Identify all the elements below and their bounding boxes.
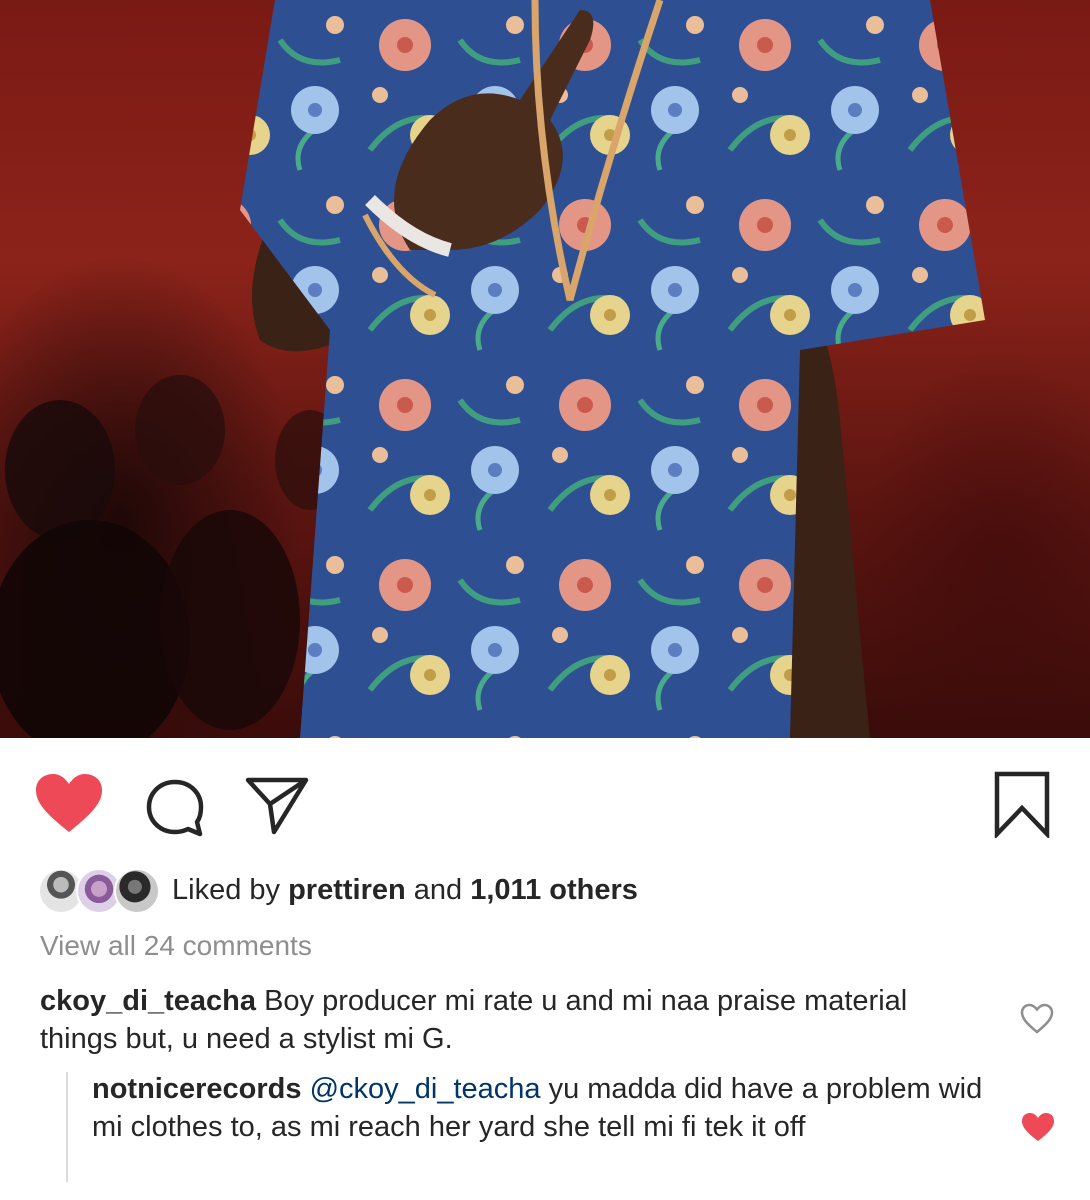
comment-reply: notnicerecords @ckoy_di_teacha yu madda … (92, 1070, 1002, 1146)
comment-bubble-icon[interactable] (142, 776, 208, 842)
comment-like-heart-icon[interactable] (1020, 1003, 1054, 1035)
post-actions-bar (0, 738, 1090, 858)
likes-prefix: Liked by (172, 874, 281, 906)
likes-conjunction: and (413, 874, 463, 906)
avatar (114, 868, 160, 914)
paper-plane-icon[interactable] (244, 774, 310, 838)
view-all-comments-link[interactable]: View all 24 comments (40, 928, 312, 964)
post-photo-illustration (0, 0, 985, 738)
post-photo[interactable] (0, 0, 1090, 738)
reply-like-heart-icon[interactable] (1020, 1111, 1056, 1143)
reply-thread-line (66, 1072, 68, 1182)
likes-summary[interactable]: Liked by prettiren and 1,011 others (38, 866, 1038, 916)
liker-username[interactable]: prettiren (288, 874, 406, 906)
comment-username[interactable]: ckoy_di_teacha (40, 985, 256, 1017)
comment: ckoy_di_teacha Boy producer mi rate u an… (40, 982, 940, 1058)
heart-filled-icon[interactable] (34, 772, 104, 836)
liker-avatars (38, 868, 160, 914)
reply-mention[interactable]: @ckoy_di_teacha (310, 1073, 541, 1105)
bookmark-icon[interactable] (992, 770, 1052, 838)
likes-others-count[interactable]: 1,011 others (470, 874, 638, 906)
reply-username[interactable]: notnicerecords (92, 1073, 302, 1105)
likes-text: Liked by prettiren and 1,011 others (172, 872, 638, 908)
